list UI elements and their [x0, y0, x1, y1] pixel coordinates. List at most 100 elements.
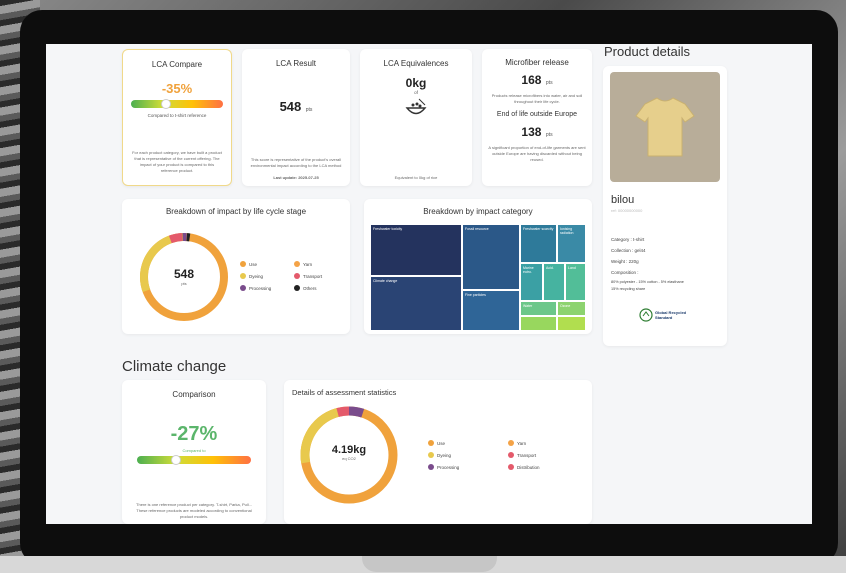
- legend-label: Yarn: [303, 261, 313, 267]
- product-details-heading: Product details: [604, 44, 690, 59]
- treemap-cell[interactable]: Acid.: [543, 263, 565, 301]
- microfiber-title: Microfiber release: [505, 58, 569, 67]
- product-composition-label: Composition :: [611, 270, 639, 275]
- climate-heading: Climate change: [122, 358, 227, 375]
- lca-compare-gauge: [131, 99, 223, 109]
- climate-comparison-card: Comparison -27% Compared to There is one…: [122, 380, 266, 524]
- lca-result-note: This score is representative of the prod…: [250, 157, 342, 168]
- legend-item[interactable]: Use: [240, 261, 257, 267]
- breakdown-stage-unit: pts: [181, 281, 187, 286]
- legend-label: Others: [303, 285, 317, 291]
- climate-unit: eq CO2: [342, 456, 356, 461]
- legend-label: Transport: [303, 273, 323, 279]
- climate-comparison-title: Comparison: [172, 390, 216, 399]
- lca-equivalences-of: of: [414, 90, 418, 95]
- lca-compare-note: For each product category, we have built…: [132, 150, 222, 173]
- legend-item[interactable]: Yarn: [294, 261, 312, 267]
- treemap-cell-label: Land: [568, 266, 576, 270]
- lca-compare-card[interactable]: LCA Compare -35% Compared to t-shirt ref…: [122, 49, 232, 186]
- treemap-cell[interactable]: Marine eutro.: [520, 263, 543, 301]
- legend-item[interactable]: Distribution: [508, 464, 540, 470]
- product-name: bilou: [611, 194, 635, 206]
- legend-label: Dyeing: [437, 452, 452, 458]
- lca-equivalences-title: LCA Equivalences: [383, 59, 449, 68]
- legend-item[interactable]: Transport: [294, 273, 322, 279]
- treemap-cell[interactable]: Fine particles: [462, 290, 520, 331]
- legend-label: Dyeing: [249, 273, 264, 279]
- breakdown-category-card: Breakdown by impact category Freshwater …: [364, 199, 592, 334]
- climate-value: 4.19kg: [331, 444, 367, 456]
- treemap-cell-label: Ionising radiation: [560, 227, 574, 235]
- legend-item[interactable]: Others: [294, 285, 317, 291]
- legend-item[interactable]: Processing: [428, 464, 459, 470]
- climate-comparison-value: -27%: [170, 423, 218, 445]
- treemap-cell[interactable]: Water: [520, 301, 557, 316]
- product-composition: 80% polyester - 15% cotton - 5% elasthan…: [611, 280, 684, 284]
- climate-details-card: Details of assessment statistics 4.19kg …: [284, 380, 592, 524]
- legend-label: Use: [437, 440, 446, 446]
- legend-item[interactable]: Processing: [240, 285, 271, 291]
- gauge-knob: [171, 455, 181, 465]
- lca-result-card[interactable]: LCA Result 548 pts This score is represe…: [242, 49, 350, 186]
- eol-title: End of life outside Europe: [496, 111, 578, 118]
- microfiber-unit: pts: [545, 80, 553, 86]
- legend-swatch: [294, 285, 300, 291]
- treemap-cell[interactable]: [520, 316, 557, 331]
- legend-swatch: [240, 285, 246, 291]
- treemap-cell[interactable]: Freshwater toxicity: [370, 224, 462, 276]
- lca-equivalences-card[interactable]: LCA Equivalences 0kg of Equivalent to 0k…: [360, 49, 472, 186]
- treemap-cell[interactable]: Fossil resource: [462, 224, 520, 290]
- treemap-cell-label: Fine particles: [465, 293, 486, 297]
- breakdown-stage-card: Breakdown of impact by life cycle stage …: [122, 199, 350, 334]
- rice-bowl-icon: [405, 98, 427, 115]
- climate-comparison-gauge: [137, 455, 251, 465]
- legend-item[interactable]: Use: [428, 440, 445, 446]
- product-category: Category : t-shirt: [611, 237, 645, 242]
- legend-swatch: [240, 261, 246, 267]
- legend-swatch: [240, 273, 246, 279]
- dashboard-screen: LCA Compare -35% Compared to t-shirt ref…: [46, 44, 812, 524]
- legend-label: Use: [249, 261, 258, 267]
- lca-equivalences-value: 0kg: [405, 76, 427, 90]
- microfiber-value: 168: [521, 73, 542, 87]
- grs-badge-text: Global Recycled Standard: [655, 310, 687, 320]
- legend-item[interactable]: Dyeing: [240, 273, 263, 279]
- legend-swatch: [508, 464, 514, 470]
- treemap-cell[interactable]: Freshwater scarcity: [520, 224, 557, 263]
- legend-swatch: [428, 464, 434, 470]
- eol-unit: pts: [545, 132, 553, 138]
- eol-note: A significant proportion of end-of-life …: [488, 145, 586, 162]
- legend-item[interactable]: Dyeing: [428, 452, 451, 458]
- product-collection: Collection : gel44: [611, 248, 646, 253]
- treemap-cell[interactable]: Ionising radiation: [557, 224, 586, 263]
- microfiber-note: Products release microfibers into water,…: [491, 93, 583, 104]
- treemap-cell[interactable]: Land: [565, 263, 586, 301]
- legend-label: Distribution: [517, 464, 540, 470]
- legend-swatch: [428, 452, 434, 458]
- treemap-cell[interactable]: Climate change: [370, 276, 462, 331]
- microfiber-card[interactable]: Microfiber release 168 pts Products rele…: [482, 49, 592, 186]
- eol-value: 138: [521, 125, 542, 139]
- legend-item[interactable]: Transport: [508, 452, 536, 458]
- legend-label: Transport: [517, 452, 537, 458]
- treemap-cell[interactable]: [557, 316, 586, 331]
- climate-details-title: Details of assessment statistics: [292, 388, 397, 397]
- treemap-cell-label: Freshwater scarcity: [523, 227, 554, 231]
- product-image[interactable]: [610, 72, 720, 182]
- product-ref: ref: 00000000000: [611, 208, 643, 213]
- lca-compare-title: LCA Compare: [151, 60, 203, 69]
- product-weight: Weight : 220g: [611, 259, 639, 264]
- grs-badge: Global Recycled Standard: [639, 308, 691, 322]
- breakdown-stage-value: 548: [173, 267, 195, 281]
- breakdown-stage-title: Breakdown of impact by life cycle stage: [165, 207, 307, 216]
- lca-result-title: LCA Result: [275, 59, 317, 68]
- treemap-cell-label: Climate change: [373, 279, 398, 283]
- breakdown-category-title: Breakdown by impact category: [423, 207, 533, 216]
- treemap-cell-label: Acid.: [546, 266, 554, 270]
- legend-item[interactable]: Yarn: [508, 440, 526, 446]
- treemap-cell[interactable]: Ozone: [557, 301, 586, 316]
- lca-result-unit: pts: [305, 107, 313, 113]
- gauge-knob: [161, 99, 171, 109]
- tshirt-icon: [635, 97, 695, 157]
- legend-swatch: [428, 440, 434, 446]
